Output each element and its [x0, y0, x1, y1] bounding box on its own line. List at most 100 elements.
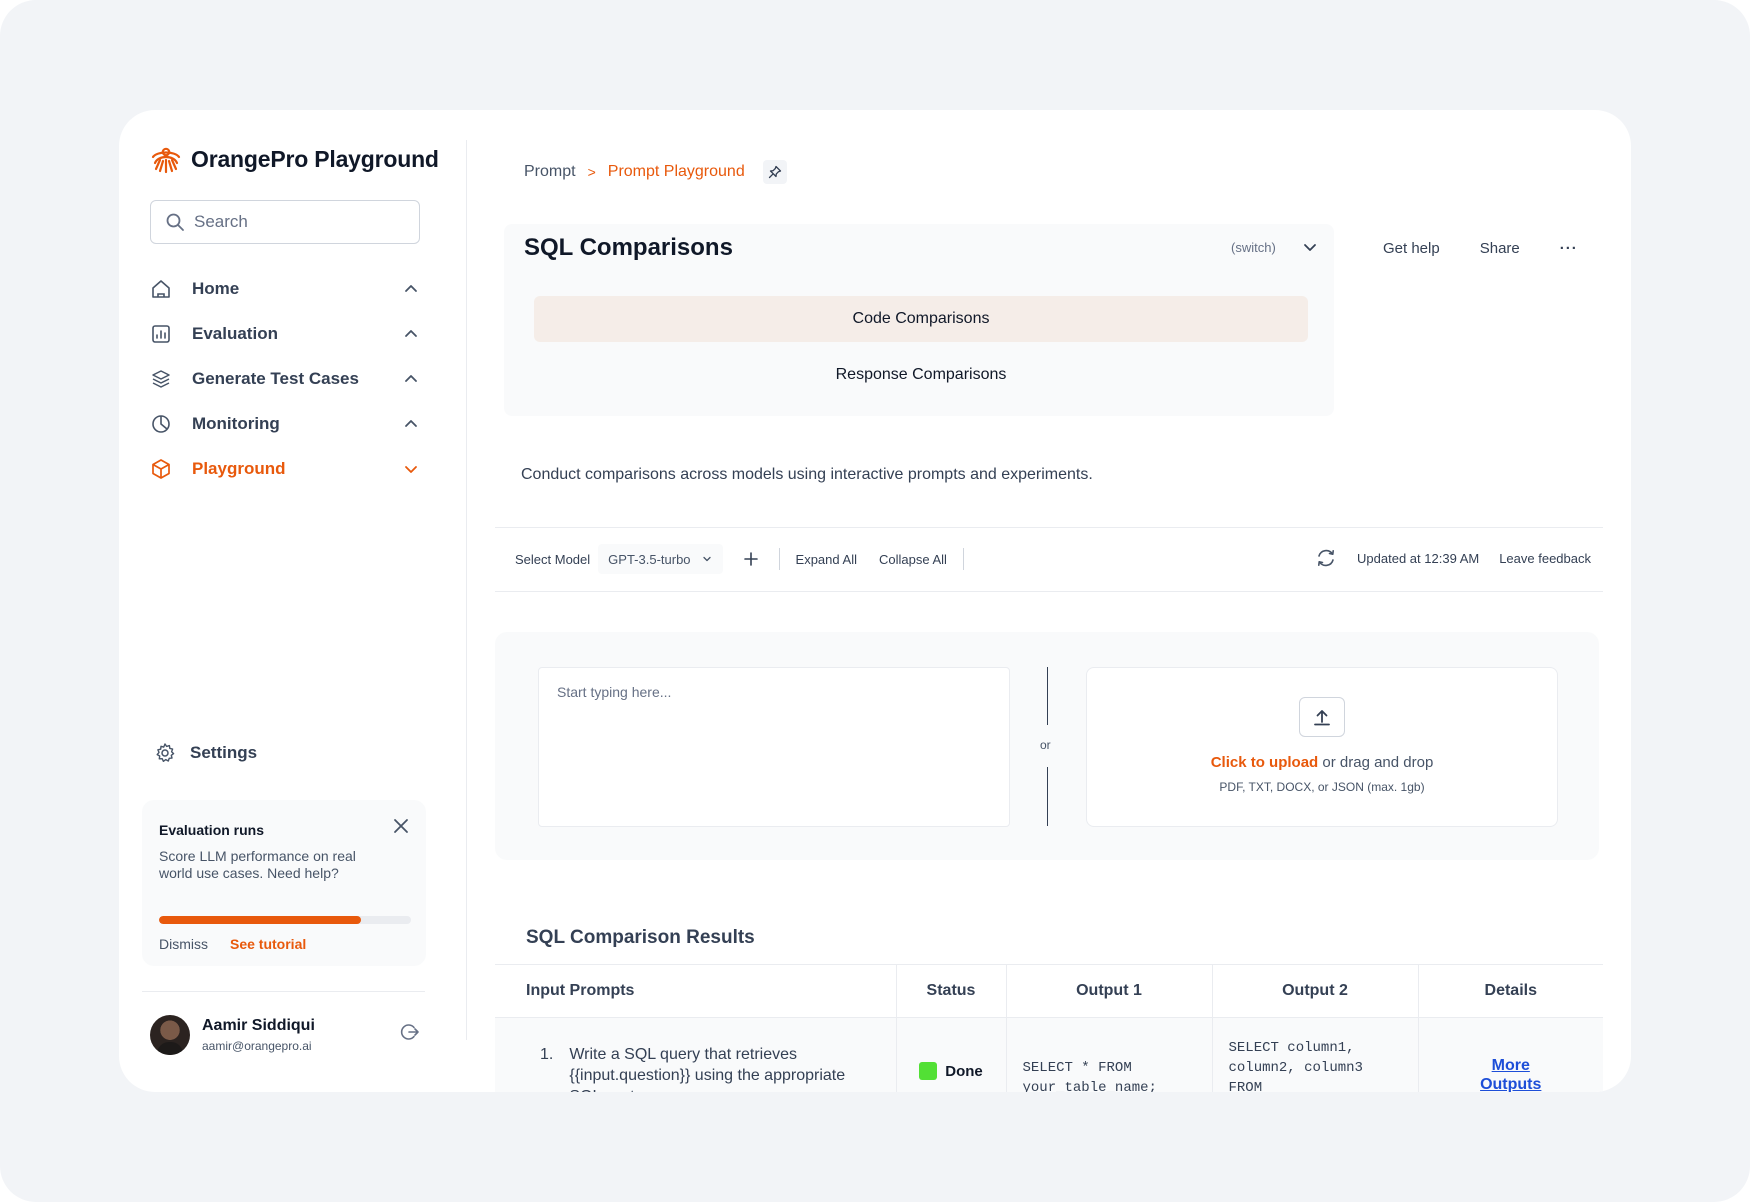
- sidebar-item-generate-test-cases[interactable]: Generate Test Cases: [150, 356, 420, 401]
- sql-comparisons-card: SQL Comparisons (switch) Code Comparison…: [504, 224, 1334, 416]
- user-profile[interactable]: Aamir Siddiqui aamir@orangepro.ai: [150, 1015, 315, 1055]
- results-table: Input Prompts Status Output 1 Output 2 D…: [495, 964, 1603, 1092]
- status-indicator: [919, 1062, 938, 1080]
- gear-icon: [156, 743, 175, 762]
- sidebar-nav: Home Evaluation Generate Test Cases Moni…: [150, 266, 420, 491]
- breadcrumb: Prompt > Prompt Playground: [524, 160, 787, 184]
- more-outputs-link[interactable]: More Outputs: [1476, 1056, 1546, 1092]
- output1-cell: SELECT * FROM your_table_name;: [1006, 1017, 1213, 1092]
- dismiss-button[interactable]: Dismiss: [159, 936, 208, 952]
- refresh-icon[interactable]: [1315, 547, 1337, 569]
- page-title: SQL Comparisons: [524, 234, 733, 261]
- get-help-button[interactable]: Get help: [1383, 240, 1440, 257]
- option-code-comparisons[interactable]: Code Comparisons: [534, 296, 1308, 342]
- breadcrumb-prompt-playground[interactable]: Prompt Playground: [608, 163, 745, 181]
- details-cell: More Outputs: [1418, 1017, 1603, 1092]
- status-cell: Done: [896, 1017, 1007, 1092]
- upload-icon: [1299, 697, 1345, 737]
- column-header: Output 2: [1212, 964, 1419, 1018]
- prompt-cell: 1. Write a SQL query that retrieves {{in…: [495, 1017, 897, 1092]
- input-panel: or Click to upload or drag and drop PDF,…: [495, 632, 1599, 860]
- sidebar-item-label: Monitoring: [192, 413, 280, 433]
- sidebar-item-label: Generate Test Cases: [192, 368, 359, 388]
- collapse-all-button[interactable]: Collapse All: [879, 552, 947, 567]
- divider: [778, 548, 780, 570]
- model-select-value: GPT-3.5-turbo: [608, 551, 691, 567]
- chevron-down-icon[interactable]: [402, 460, 420, 478]
- app-name: OrangePro Playground: [191, 145, 439, 172]
- sidebar: OrangePro Playground Home Evaluatio: [119, 110, 466, 1092]
- chevron-down-icon: [702, 556, 711, 562]
- output2-cell: SELECT column1, column2, column3 FROM yo…: [1212, 1017, 1419, 1092]
- home-icon: [150, 278, 172, 300]
- sidebar-item-playground[interactable]: Playground: [150, 446, 420, 491]
- option-response-comparisons[interactable]: Response Comparisons: [534, 352, 1308, 398]
- pin-icon: [768, 165, 781, 179]
- sidebar-item-label: Evaluation: [192, 323, 278, 343]
- page-description: Conduct comparisons across models using …: [521, 466, 1093, 483]
- close-icon[interactable]: [391, 816, 411, 836]
- eval-card-description: Score LLM performance on real world use …: [159, 848, 356, 881]
- sidebar-item-label: Playground: [192, 458, 286, 478]
- divider: [1047, 767, 1048, 826]
- eval-progress-fill: [159, 916, 361, 924]
- updated-timestamp: Updated at 12:39 AM: [1357, 550, 1480, 566]
- sidebar-item-home[interactable]: Home: [150, 266, 420, 311]
- share-button[interactable]: Share: [1480, 240, 1520, 257]
- sidebar-item-evaluation[interactable]: Evaluation: [150, 311, 420, 356]
- or-label: or: [1040, 738, 1051, 752]
- status-badge: Done: [945, 1062, 983, 1080]
- logout-icon[interactable]: [400, 1022, 420, 1042]
- sidebar-item-label: Home: [192, 278, 240, 298]
- prompt-input[interactable]: [557, 684, 991, 810]
- user-email: aamir@orangepro.ai: [202, 1039, 312, 1053]
- model-toolbar: Select Model GPT-3.5-turbo Expand All Co…: [495, 527, 1603, 592]
- search-icon: [166, 213, 184, 231]
- divider: [962, 548, 964, 570]
- model-select[interactable]: GPT-3.5-turbo: [598, 544, 723, 574]
- evaluation-runs-card: Evaluation runs Score LLM performance on…: [142, 800, 426, 966]
- chevron-up-icon[interactable]: [402, 280, 420, 298]
- switch-label[interactable]: (switch): [1231, 240, 1276, 255]
- column-header: Input Prompts: [495, 964, 897, 1018]
- results-section: SQL Comparison Results Input Prompts Sta…: [495, 900, 1603, 1092]
- chevron-down-icon[interactable]: [1301, 238, 1319, 256]
- brand[interactable]: OrangePro Playground: [150, 143, 439, 175]
- search-box[interactable]: [150, 200, 420, 244]
- sidebar-divider: [466, 140, 467, 1040]
- row-index: 1.: [540, 1046, 554, 1063]
- chevron-up-icon[interactable]: [402, 370, 420, 388]
- leave-feedback-link[interactable]: Leave feedback: [1499, 551, 1591, 566]
- breadcrumb-prompt[interactable]: Prompt: [524, 163, 576, 181]
- prompt-text: Write a SQL query that retrieves {{input…: [569, 1046, 846, 1092]
- expand-all-button[interactable]: Expand All: [796, 552, 857, 567]
- column-header: Details: [1418, 964, 1603, 1018]
- upload-hint: PDF, TXT, DOCX, or JSON (max. 1gb): [1219, 780, 1425, 794]
- search-input[interactable]: [194, 212, 394, 232]
- sidebar-item-settings[interactable]: Settings: [154, 742, 257, 764]
- sidebar-item-monitoring[interactable]: Monitoring: [150, 401, 420, 446]
- pin-button[interactable]: [762, 160, 787, 184]
- add-model-button[interactable]: [739, 547, 763, 571]
- box-icon: [150, 458, 172, 480]
- breadcrumb-separator: >: [587, 164, 596, 180]
- more-options-button[interactable]: ···: [1560, 240, 1578, 257]
- column-header: Output 1: [1006, 964, 1213, 1018]
- pie-chart-icon: [150, 413, 172, 435]
- header-actions: Get help Share ···: [1383, 240, 1578, 257]
- output1-code: SELECT * FROM your_table_name;: [1022, 1060, 1157, 1092]
- column-header: Status: [896, 964, 1007, 1018]
- see-tutorial-link[interactable]: See tutorial: [230, 936, 306, 952]
- table-row: 1. Write a SQL query that retrieves {{in…: [495, 1017, 1603, 1092]
- upload-instructions: or drag and drop: [1318, 754, 1434, 771]
- divider: [1047, 667, 1048, 725]
- prompt-textbox[interactable]: [538, 667, 1010, 827]
- chart-icon: [150, 323, 172, 345]
- click-to-upload-link[interactable]: Click to upload: [1211, 754, 1319, 771]
- table-header-row: Input Prompts Status Output 1 Output 2 D…: [495, 964, 1603, 1018]
- chevron-up-icon[interactable]: [402, 325, 420, 343]
- results-title: SQL Comparison Results: [526, 927, 755, 948]
- divider: [142, 991, 425, 992]
- file-upload-dropzone[interactable]: Click to upload or drag and drop PDF, TX…: [1086, 667, 1558, 827]
- chevron-up-icon[interactable]: [402, 415, 420, 433]
